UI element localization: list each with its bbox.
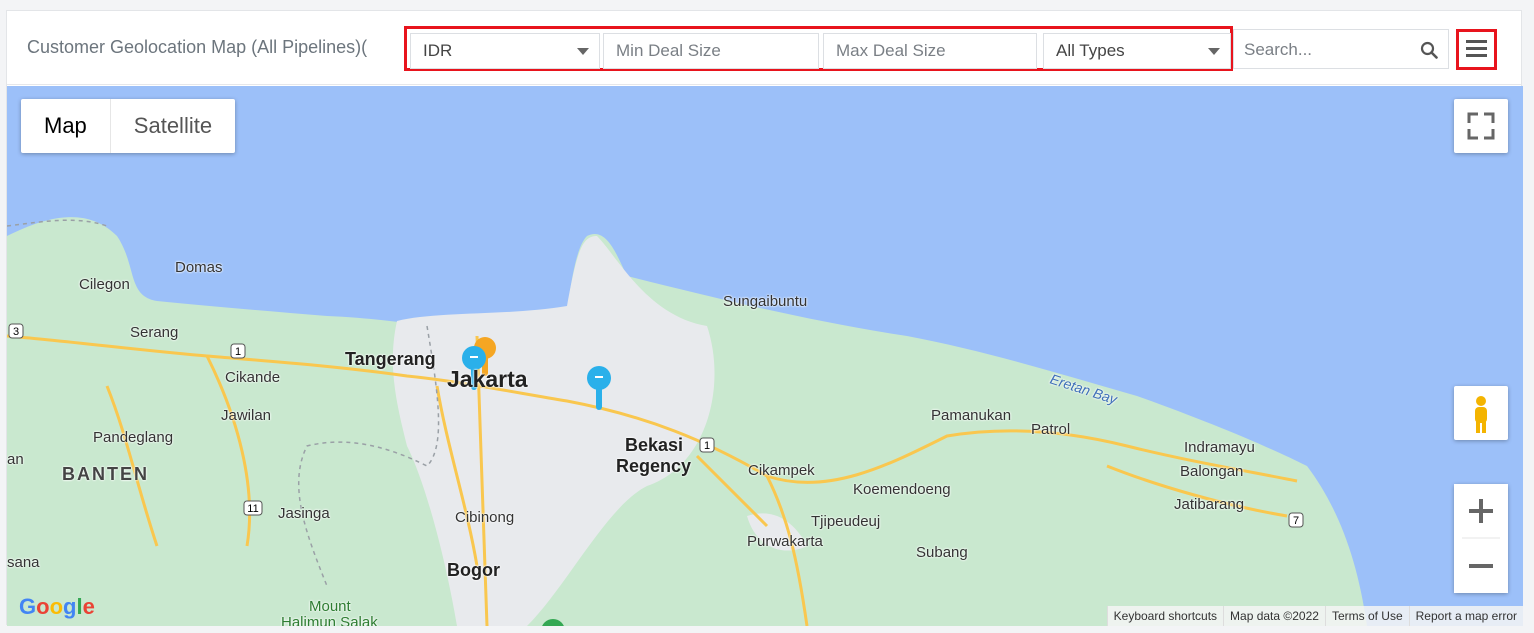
place-label: Serang: [130, 324, 179, 341]
svg-text:11: 11: [247, 503, 258, 515]
pegman-icon: [1475, 396, 1487, 433]
place-label: Balongan: [1180, 463, 1244, 480]
place-label: Indramayu: [1184, 439, 1255, 456]
place-label: Cilegon: [79, 276, 130, 293]
place-label: Sungaibuntu: [723, 293, 808, 310]
terms-link[interactable]: Terms of Use: [1324, 606, 1409, 626]
place-label: Mount: [309, 598, 351, 615]
keyboard-shortcuts-link[interactable]: Keyboard shortcuts: [1106, 606, 1224, 626]
map-header: Customer Geolocation Map (All Pipelines)…: [7, 11, 1521, 85]
map-view[interactable]: 3 1 11 1 7 Map Satellite Domas Cilegon S…: [7, 86, 1523, 626]
place-label: Regency: [616, 456, 692, 476]
search-input[interactable]: Search...: [1244, 40, 1312, 60]
google-logo[interactable]: Google: [19, 594, 95, 620]
street-view-button[interactable]: [1454, 386, 1508, 440]
currency-select[interactable]: IDR: [410, 33, 600, 69]
place-label: Tangerang: [345, 349, 436, 369]
report-error-link[interactable]: Report a map error: [1408, 606, 1523, 626]
place-label: sana: [7, 554, 40, 571]
svg-text:1: 1: [704, 440, 710, 452]
type-select[interactable]: All Types: [1043, 33, 1231, 69]
hamburger-icon-bar: [1466, 54, 1487, 57]
place-label: Cikande: [225, 369, 281, 386]
type-value: All Types: [1056, 41, 1125, 60]
chevron-down-icon: [577, 48, 589, 55]
place-label: Subang: [916, 544, 968, 561]
map-data-text: Map data ©2022: [1223, 606, 1325, 626]
search-field[interactable]: Search...: [1233, 29, 1449, 69]
zoom-control: [1454, 484, 1508, 593]
place-label: Jakarta: [447, 366, 528, 392]
min-deal-placeholder: Min Deal Size: [616, 41, 721, 60]
zoom-control-svg: [1454, 484, 1508, 593]
place-label: an: [7, 451, 24, 468]
chevron-down-icon: [1208, 48, 1220, 55]
svg-text:7: 7: [1293, 515, 1299, 527]
place-label: Jatibarang: [1174, 496, 1245, 513]
place-label: Domas: [175, 259, 223, 276]
place-label: Purwakarta: [747, 533, 823, 550]
fullscreen-icon: [1467, 112, 1495, 140]
menu-button[interactable]: [1456, 29, 1497, 70]
fullscreen-button[interactable]: [1454, 99, 1508, 153]
search-icon[interactable]: [1420, 41, 1438, 59]
place-label: Halimun Salak: [281, 614, 378, 626]
place-label: Pandeglang: [93, 429, 174, 446]
zoom-in-button[interactable]: [1454, 484, 1508, 538]
place-label: Pamanukan: [931, 407, 1012, 424]
svg-text:3: 3: [13, 326, 19, 338]
hamburger-icon-bar: [1466, 47, 1487, 50]
page-title: Customer Geolocation Map (All Pipelines)…: [27, 37, 368, 57]
zoom-out-button[interactable]: [1454, 539, 1508, 593]
place-label: Jasinga: [278, 505, 330, 522]
place-label: Bogor: [447, 560, 500, 580]
filter-group: IDR Min Deal Size Max Deal Size All Type…: [404, 26, 1233, 71]
place-label: Tjipeudeuj: [811, 513, 881, 530]
max-deal-placeholder: Max Deal Size: [836, 41, 946, 60]
place-label: Cikampek: [748, 462, 815, 479]
place-label: Cibinong: [455, 509, 515, 526]
max-deal-input[interactable]: Max Deal Size: [823, 33, 1037, 69]
min-deal-input[interactable]: Min Deal Size: [603, 33, 819, 69]
place-label: BANTEN: [62, 464, 149, 484]
place-label: Patrol: [1031, 421, 1071, 438]
currency-value: IDR: [423, 41, 453, 60]
map-card: Customer Geolocation Map (All Pipelines)…: [6, 10, 1523, 626]
hamburger-icon: [1466, 40, 1487, 43]
map-type-satellite-button[interactable]: Satellite: [111, 99, 235, 153]
place-label: Jawilan: [221, 407, 272, 424]
map-footer: Keyboard shortcuts Map data ©2022 Terms …: [1106, 606, 1523, 626]
svg-text:1: 1: [235, 346, 241, 358]
map-type-map-button[interactable]: Map: [21, 99, 111, 153]
place-label: Koemendoeng: [853, 481, 951, 498]
map-type-toggle: Map Satellite: [21, 99, 236, 153]
place-label: Bekasi: [625, 435, 684, 455]
